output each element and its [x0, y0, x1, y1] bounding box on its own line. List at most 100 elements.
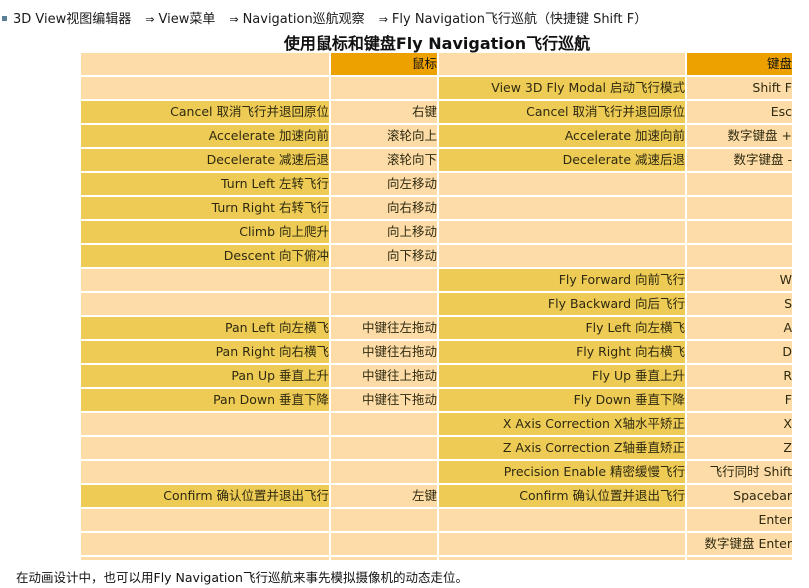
keyboard-key-cell: F: [687, 389, 792, 411]
keyboard-action-cell: [439, 173, 685, 195]
keyboard-action-cell: [439, 245, 685, 267]
mouse-action-cell: Pan Right 向右横飞: [81, 341, 329, 363]
table-row: Confirm 确认位置并退出飞行 左键 Confirm 确认位置并退出飞行 Spac…: [81, 485, 792, 507]
keyboard-action-cell: X Axis Correction X轴水平矫正: [439, 413, 685, 435]
mouse-action-cell: Climb 向上爬升: [81, 221, 329, 243]
empty-cell: [687, 557, 792, 560]
mouse-input-cell: [331, 437, 437, 459]
keyboard-action-cell: Fly Forward 向前飞行: [439, 269, 685, 291]
mouse-action-cell: Pan Up 垂直上升: [81, 365, 329, 387]
mouse-action-cell: Accelerate 加速向前: [81, 125, 329, 147]
empty-cell: [331, 557, 437, 560]
mouse-input-cell: 向左移动: [331, 173, 437, 195]
mouse-action-cell: [81, 293, 329, 315]
mouse-input-cell: 向下移动: [331, 245, 437, 267]
mouse-action-cell: [81, 437, 329, 459]
table-row: Fly Forward 向前飞行 W: [81, 269, 792, 291]
mouse-input-cell: [331, 77, 437, 99]
empty-cell: [439, 557, 685, 560]
keyboard-key-cell: 飞行同时 Shift: [687, 461, 792, 483]
mouse-action-cell: Decelerate 减速后退: [81, 149, 329, 171]
mouse-input-cell: 右键: [331, 101, 437, 123]
mouse-input-cell: 左键: [331, 485, 437, 507]
table-row: Enter: [81, 509, 792, 531]
keyboard-key-cell: R: [687, 365, 792, 387]
keyboard-action-cell: Fly Right 向右横飞: [439, 341, 685, 363]
keyboard-action-cell: [439, 197, 685, 219]
mouse-input-cell: 滚轮向下: [331, 149, 437, 171]
keyboard-action-cell: Confirm 确认位置并退出飞行: [439, 485, 685, 507]
breadcrumb-item[interactable]: View菜单: [158, 12, 215, 27]
breadcrumb-item[interactable]: 3D View视图编辑器: [13, 12, 131, 27]
table-row: Turn Left 左转飞行 向左移动: [81, 173, 792, 195]
mouse-action-cell: Cancel 取消飞行并退回原位: [81, 101, 329, 123]
mouse-input-cell: [331, 461, 437, 483]
table-row: Pan Left 向左横飞 中键往左拖动 Fly Left 向左横飞 A: [81, 317, 792, 339]
keyboard-key-cell: [687, 173, 792, 195]
mouse-input-cell: 中键往下拖动: [331, 389, 437, 411]
table-row: Cancel 取消飞行并退回原位 右键 Cancel 取消飞行并退回原位 Esc: [81, 101, 792, 123]
mouse-action-cell: [81, 77, 329, 99]
keyboard-key-cell: Z: [687, 437, 792, 459]
keyboard-key-cell: A: [687, 317, 792, 339]
keyboard-key-cell: Enter: [687, 509, 792, 531]
mouse-action-cell: Turn Right 右转飞行: [81, 197, 329, 219]
mouse-input-cell: 中键往左拖动: [331, 317, 437, 339]
keyboard-action-cell: Fly Left 向左横飞: [439, 317, 685, 339]
mouse-input-cell: 向上移动: [331, 221, 437, 243]
empty-cell: [81, 557, 329, 560]
header-cell-mouse: 鼠标: [331, 53, 437, 75]
breadcrumb-item[interactable]: Navigation巡航观察: [243, 12, 365, 27]
keyboard-key-cell: 数字键盘 Enter: [687, 533, 792, 555]
table-header-row: 鼠标 键盘: [81, 53, 792, 75]
mouse-input-cell: [331, 269, 437, 291]
keyboard-key-cell: Shift F: [687, 77, 792, 99]
mouse-action-cell: [81, 509, 329, 531]
mouse-input-cell: 滚轮向上: [331, 125, 437, 147]
table-row: 数字键盘 Enter: [81, 533, 792, 555]
keyboard-action-cell: Fly Up 垂直上升: [439, 365, 685, 387]
table-row: Decelerate 减速后退 滚轮向下 Decelerate 减速后退 数字键盘 -: [81, 149, 792, 171]
mouse-input-cell: [331, 413, 437, 435]
header-cell: [81, 53, 329, 75]
breadcrumb-item[interactable]: Fly Navigation飞行巡航（快捷键 Shift F）: [392, 12, 647, 27]
keyboard-key-cell: X: [687, 413, 792, 435]
keyboard-action-cell: [439, 221, 685, 243]
mouse-input-cell: 中键往上拖动: [331, 365, 437, 387]
bullet-icon: [2, 16, 7, 21]
mouse-action-cell: Pan Down 垂直下降: [81, 389, 329, 411]
keyboard-action-cell: Fly Down 垂直下降: [439, 389, 685, 411]
keyboard-key-cell: Spacebar: [687, 485, 792, 507]
keyboard-action-cell: Fly Backward 向后飞行: [439, 293, 685, 315]
mouse-action-cell: Descent 向下俯冲: [81, 245, 329, 267]
mouse-input-cell: 向右移动: [331, 197, 437, 219]
keyboard-key-cell: S: [687, 293, 792, 315]
keyboard-action-cell: View 3D Fly Modal 启动飞行模式: [439, 77, 685, 99]
mouse-action-cell: [81, 269, 329, 291]
mouse-input-cell: [331, 533, 437, 555]
table-row: Fly Backward 向后飞行 S: [81, 293, 792, 315]
keyboard-key-cell: [687, 221, 792, 243]
table-row: Accelerate 加速向前 滚轮向上 Accelerate 加速向前 数字键盘 +: [81, 125, 792, 147]
keyboard-key-cell: Esc: [687, 101, 792, 123]
mouse-action-cell: [81, 413, 329, 435]
table-row: Descent 向下俯冲 向下移动: [81, 245, 792, 267]
table-row: X Axis Correction X轴水平矫正 X: [81, 413, 792, 435]
mouse-action-cell: Confirm 确认位置并退出飞行: [81, 485, 329, 507]
mouse-action-cell: Pan Left 向左横飞: [81, 317, 329, 339]
footer-text: 在动画设计中，也可以用Fly Navigation飞行巡航来事先模拟摄像机的动态…: [16, 570, 468, 585]
arrow-icon: ⇒: [378, 13, 388, 26]
mouse-input-cell: 中键往右拖动: [331, 341, 437, 363]
table-row: Climb 向上爬升 向上移动: [81, 221, 792, 243]
mouse-action-cell: [81, 533, 329, 555]
keyboard-key-cell: 数字键盘 +: [687, 125, 792, 147]
mouse-action-cell: [81, 461, 329, 483]
table-row: Pan Down 垂直下降 中键往下拖动 Fly Down 垂直下降 F: [81, 389, 792, 411]
keyboard-action-cell: [439, 533, 685, 555]
shortcut-table: 鼠标 键盘 View 3D Fly Modal 启动飞行模式 Shift F Can…: [79, 51, 794, 562]
keyboard-action-cell: Precision Enable 精密缓慢飞行: [439, 461, 685, 483]
mouse-input-cell: [331, 509, 437, 531]
mouse-action-cell: Turn Left 左转飞行: [81, 173, 329, 195]
mouse-input-cell: [331, 293, 437, 315]
table-row: View 3D Fly Modal 启动飞行模式 Shift F: [81, 77, 792, 99]
